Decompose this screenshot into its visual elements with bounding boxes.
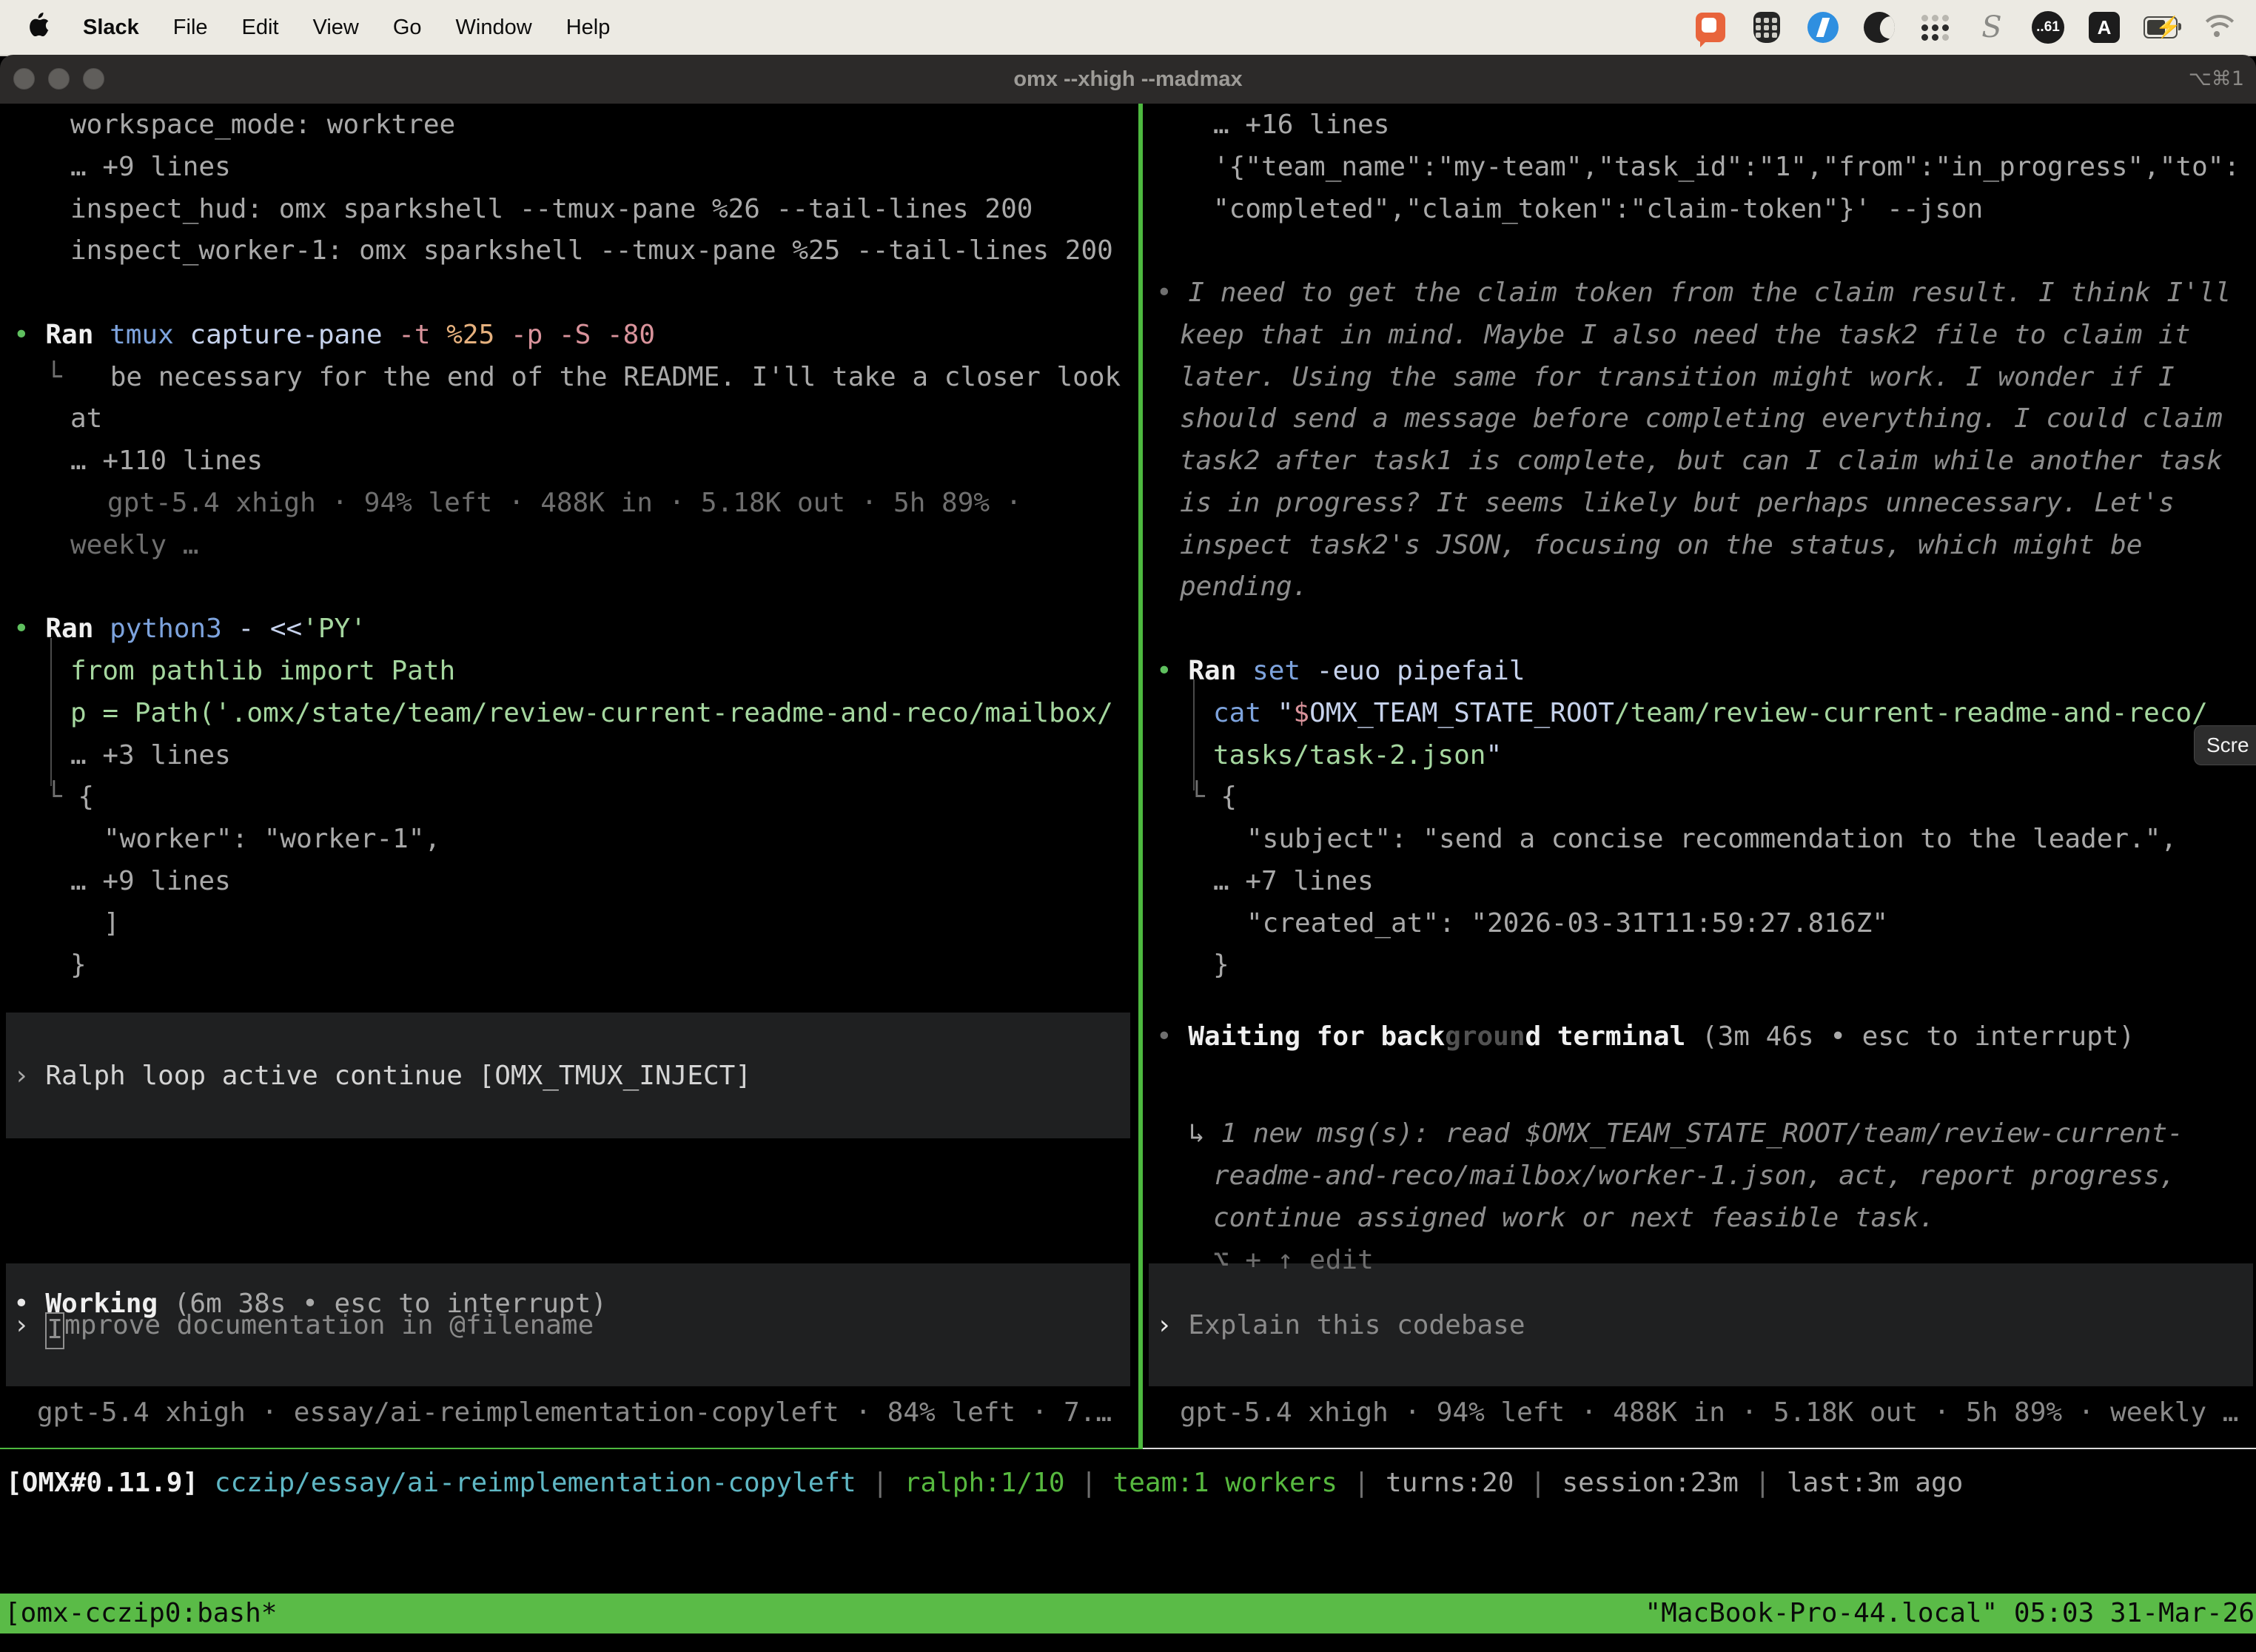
badge-61-icon[interactable]: ..61 — [2031, 10, 2065, 44]
omx-session-status-line: [OMX#0.11.9] cczip/essay/ai-reimplementa… — [6, 1462, 2256, 1504]
menu-item-window[interactable]: Window — [456, 16, 532, 40]
chat-icon[interactable] — [1693, 10, 1728, 44]
menu-item-file[interactable]: File — [173, 16, 208, 40]
dots-grid-icon[interactable] — [1918, 10, 1953, 44]
letter-a-icon[interactable]: A — [2087, 10, 2121, 44]
shield-keypad-icon[interactable] — [1750, 10, 1784, 44]
menu-item-view[interactable]: View — [313, 16, 359, 40]
tmux-status-bar: [omx-cczip0:bash* "MacBook-Pro-44.local"… — [0, 1594, 2256, 1633]
crescent-icon[interactable] — [1862, 10, 1896, 44]
macos-menu-bar: Slack File Edit View Go Window Help S ..… — [0, 0, 2256, 56]
wifi-icon[interactable] — [2200, 10, 2234, 44]
battery-charging-icon: ⚡ — [2143, 10, 2178, 44]
window-title-bar: omx --xhigh --madmax ⌥⌘1 — [0, 55, 2256, 104]
apple-menu-icon[interactable] — [30, 13, 49, 42]
screen-tooltip: Scre — [2194, 725, 2256, 765]
right-pane[interactable]: … +16 lines'{"team_name":"my-team","task… — [1143, 104, 2256, 1449]
menu-app-name[interactable]: Slack — [83, 16, 139, 40]
block-connector-line — [50, 638, 52, 786]
ralph-loop-line: › Ralph loop active continue [OMX_TMUX_I… — [0, 1055, 1138, 1097]
menu-item-go[interactable]: Go — [393, 16, 422, 40]
menu-item-help[interactable]: Help — [566, 16, 611, 40]
s-curve-icon[interactable]: S — [1975, 10, 2009, 44]
pane-divider[interactable] — [1138, 104, 1143, 1449]
left-pane[interactable]: workspace_mode: worktree… +9 linesinspec… — [0, 104, 1138, 1449]
left-prompt-input[interactable]: › Improve documentation in @filename — [0, 1304, 1138, 1346]
screen: Slack File Edit View Go Window Help S ..… — [0, 0, 2256, 1652]
left-pane-bottom-border — [0, 1448, 1138, 1449]
menu-item-edit[interactable]: Edit — [242, 16, 279, 40]
terminal-area: workspace_mode: worktree… +9 linesinspec… — [0, 104, 2256, 1449]
block-connector-line — [1193, 679, 1195, 790]
window-title: omx --xhigh --madmax — [0, 55, 2256, 104]
right-model-status-line: gpt-5.4 xhigh · 94% left · 488K in · 5.1… — [1143, 1391, 2256, 1434]
blue-bolt-icon[interactable] — [1806, 10, 1840, 44]
tmux-host-clock: "MacBook-Pro-44.local" 05:03 31-Mar-26 — [1645, 1594, 2256, 1633]
left-model-status-line: gpt-5.4 xhigh · essay/ai-reimplementatio… — [0, 1391, 1138, 1434]
right-prompt-input[interactable]: › Explain this codebase — [1143, 1304, 2256, 1346]
waiting-status-line: • Waiting for background terminal (3m 46… — [1143, 1015, 2256, 1058]
right-pane-bottom-border — [1143, 1448, 2256, 1449]
tmux-session-label[interactable]: [omx-cczip0:bash* — [0, 1594, 277, 1633]
new-message-note: ↳ 1 new msg(s): read $OMX_TEAM_STATE_ROO… — [1143, 1112, 2256, 1281]
window-shortcut: ⌥⌘1 — [2189, 55, 2244, 104]
